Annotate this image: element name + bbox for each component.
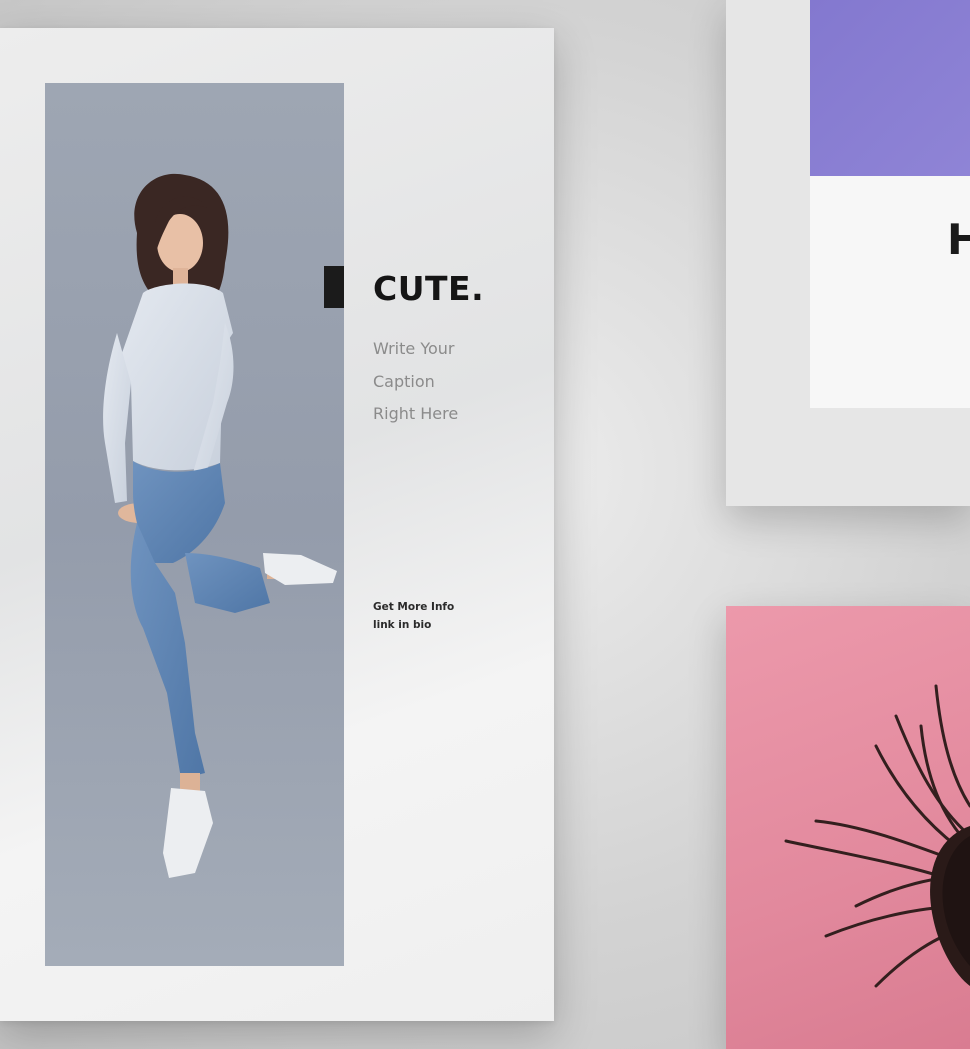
flying-hair-photo xyxy=(784,684,970,988)
caption-line: Right Here xyxy=(373,404,459,423)
headline: CUTE. xyxy=(373,269,485,308)
purple-color-block xyxy=(810,0,970,176)
accent-bar xyxy=(324,266,344,308)
caption-line: Caption xyxy=(373,371,435,391)
poster-card-cute[interactable]: CUTE. Write Your Caption Right Here Get … xyxy=(0,28,554,1021)
jumping-woman-illustration xyxy=(103,173,337,878)
caption-line: Write Your xyxy=(373,339,455,358)
info-line: Get More Info xyxy=(373,601,455,613)
poster-card-purple[interactable]: H xyxy=(726,0,970,506)
caption-text: Write Your Caption Right Here xyxy=(373,333,458,431)
poster-card-pink[interactable] xyxy=(726,606,970,1049)
partial-headline: H xyxy=(947,215,970,264)
info-text: Get More Info link in bio xyxy=(373,598,454,634)
white-text-block: H xyxy=(810,176,970,408)
info-line: link in bio xyxy=(373,619,432,631)
model-photo xyxy=(45,83,344,966)
